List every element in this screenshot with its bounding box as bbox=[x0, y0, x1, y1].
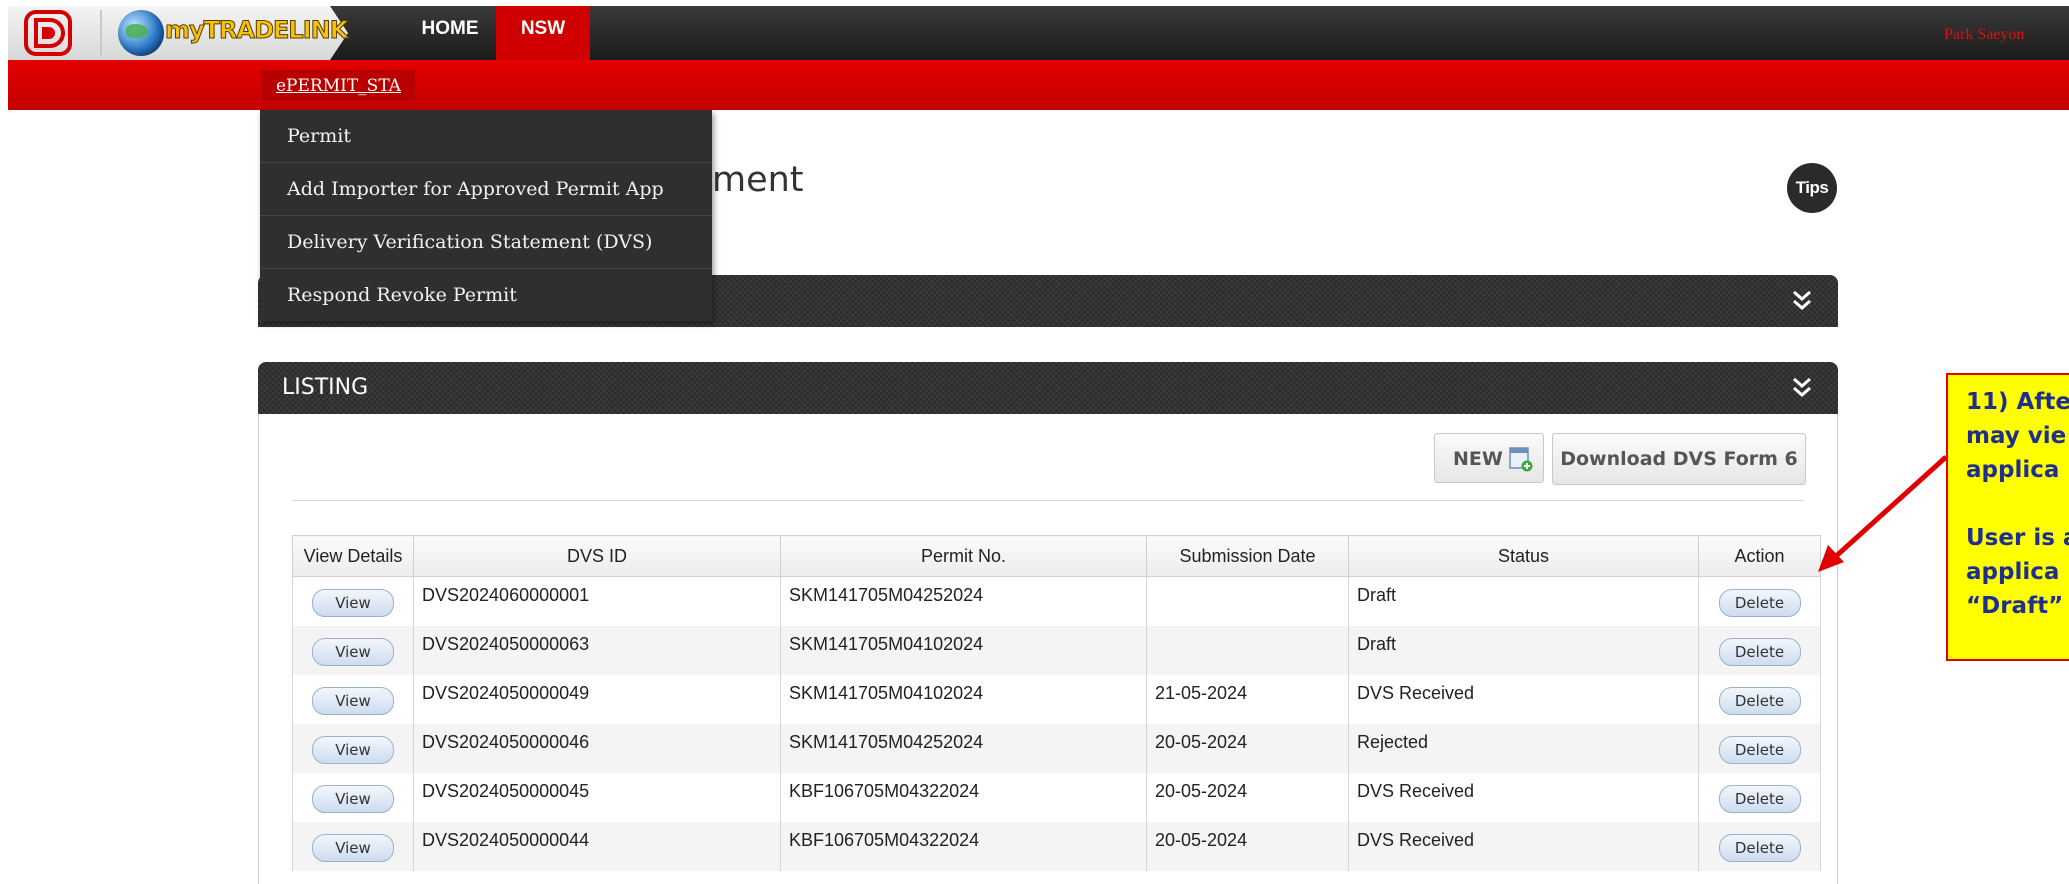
submission-date-cell: 20-05-2024 bbox=[1146, 821, 1349, 871]
dvs-id-cell: DVS2024050000045 bbox=[413, 772, 781, 822]
annotation-text: 11) Afte may vie applica User is a appli… bbox=[1966, 389, 2069, 619]
col-dvs-id[interactable]: DVS ID bbox=[413, 535, 781, 577]
view-cell: View bbox=[292, 625, 414, 675]
view-button[interactable]: View bbox=[312, 589, 394, 617]
tips-button[interactable]: Tips bbox=[1787, 163, 1837, 213]
dvs-listing-table: View Details DVS ID Permit No. Submissio… bbox=[292, 535, 1821, 871]
page-title: ment bbox=[712, 160, 804, 200]
globe-icon bbox=[118, 10, 164, 56]
table-row: View DVS2024050000063 SKM141705M04102024… bbox=[292, 625, 1821, 675]
submission-date-cell: 20-05-2024 bbox=[1146, 772, 1349, 822]
action-cell: Delete bbox=[1698, 772, 1821, 822]
action-cell: Delete bbox=[1698, 576, 1821, 626]
brand-logo-text[interactable]: myTRADELINK bbox=[164, 16, 348, 45]
view-button[interactable]: View bbox=[312, 686, 394, 715]
col-status[interactable]: Status bbox=[1348, 535, 1699, 577]
delete-button[interactable]: Delete bbox=[1718, 637, 1801, 666]
new-button[interactable]: NEW bbox=[1434, 433, 1544, 483]
permit-no-cell: SKM141705M04102024 bbox=[780, 674, 1147, 724]
listing-divider bbox=[292, 500, 1804, 501]
dvs-id-cell: DVS2024050000044 bbox=[413, 821, 781, 871]
submission-date-cell: 21-05-2024 bbox=[1146, 674, 1349, 724]
submission-date-cell bbox=[1146, 576, 1349, 626]
view-cell: View bbox=[292, 772, 414, 822]
col-permit-no[interactable]: Permit No. bbox=[780, 535, 1147, 577]
table-header-row: View Details DVS ID Permit No. Submissio… bbox=[292, 535, 1821, 577]
dagang-logo-icon[interactable] bbox=[24, 10, 72, 56]
status-cell: Draft bbox=[1348, 625, 1699, 675]
col-view-details[interactable]: View Details bbox=[292, 535, 414, 577]
view-button[interactable]: View bbox=[312, 637, 394, 666]
delete-button[interactable]: Delete bbox=[1718, 735, 1801, 764]
delete-button[interactable]: Delete bbox=[1718, 833, 1801, 862]
menu-item-add-importer[interactable]: Add Importer for Approved Permit App bbox=[260, 163, 712, 216]
status-cell: Rejected bbox=[1348, 723, 1699, 773]
menu-item-respond-revoke[interactable]: Respond Revoke Permit bbox=[260, 269, 712, 321]
permit-no-cell: SKM141705M04102024 bbox=[780, 625, 1147, 675]
action-cell: Delete bbox=[1698, 674, 1821, 724]
col-submission-date[interactable]: Submission Date bbox=[1146, 535, 1349, 577]
view-button[interactable]: View bbox=[312, 833, 394, 862]
view-button[interactable]: View bbox=[312, 784, 394, 813]
status-cell: DVS Received bbox=[1348, 674, 1699, 724]
download-dvs-form-button[interactable]: Download DVS Form 6 bbox=[1552, 433, 1806, 485]
status-cell: DVS Received bbox=[1348, 821, 1699, 871]
nav-home[interactable]: HOME bbox=[404, 6, 496, 60]
status-cell: DVS Received bbox=[1348, 772, 1699, 822]
chevron-double-down-icon[interactable] bbox=[1790, 374, 1814, 400]
view-cell: View bbox=[292, 674, 414, 724]
dvs-id-cell: DVS2024050000046 bbox=[413, 723, 781, 773]
view-button[interactable]: View bbox=[312, 735, 394, 764]
delete-button[interactable]: Delete bbox=[1718, 589, 1801, 617]
dvs-id-cell: DVS2024050000049 bbox=[413, 674, 781, 724]
permit-no-cell: SKM141705M04252024 bbox=[780, 576, 1147, 626]
chevron-double-down-icon[interactable] bbox=[1790, 287, 1814, 313]
delete-button[interactable]: Delete bbox=[1718, 784, 1801, 813]
table-row: View DVS2024050000046 SKM141705M04252024… bbox=[292, 723, 1821, 773]
new-document-icon bbox=[1509, 447, 1533, 472]
submission-date-cell bbox=[1146, 625, 1349, 675]
delete-button[interactable]: Delete bbox=[1718, 686, 1801, 715]
listing-panel-header[interactable]: LISTING bbox=[258, 362, 1838, 414]
view-cell: View bbox=[292, 723, 414, 773]
action-cell: Delete bbox=[1698, 821, 1821, 871]
subnav-epermit-sta[interactable]: ePERMIT_STA bbox=[262, 70, 416, 102]
permit-no-cell: KBF106705M04322024 bbox=[780, 821, 1147, 871]
permit-no-cell: SKM141705M04252024 bbox=[780, 723, 1147, 773]
table-row: View DVS2024050000045 KBF106705M04322024… bbox=[292, 772, 1821, 822]
nav-nsw[interactable]: NSW bbox=[496, 6, 590, 60]
table-row: View DVS2024050000049 SKM141705M04102024… bbox=[292, 674, 1821, 724]
action-cell: Delete bbox=[1698, 625, 1821, 675]
brand-separator bbox=[100, 10, 102, 56]
status-cell: Draft bbox=[1348, 576, 1699, 626]
menu-item-permit[interactable]: Permit bbox=[260, 110, 712, 163]
user-name[interactable]: Park Saeyon bbox=[1944, 26, 2024, 44]
col-action[interactable]: Action bbox=[1698, 535, 1821, 577]
permit-no-cell: KBF106705M04322024 bbox=[780, 772, 1147, 822]
submission-date-cell: 20-05-2024 bbox=[1146, 723, 1349, 773]
menu-item-dvs[interactable]: Delivery Verification Statement (DVS) bbox=[260, 216, 712, 269]
table-row: View DVS2024060000001 SKM141705M04252024… bbox=[292, 576, 1821, 626]
epermit-dropdown-menu: Permit Add Importer for Approved Permit … bbox=[260, 110, 712, 321]
action-cell: Delete bbox=[1698, 723, 1821, 773]
listing-title: LISTING bbox=[282, 375, 369, 400]
view-cell: View bbox=[292, 576, 414, 626]
new-button-label: NEW bbox=[1453, 448, 1503, 470]
dvs-id-cell: DVS2024060000001 bbox=[413, 576, 781, 626]
dvs-id-cell: DVS2024050000063 bbox=[413, 625, 781, 675]
annotation-callout: 11) Afte may vie applica User is a appli… bbox=[1946, 373, 2069, 661]
table-row: View DVS2024050000044 KBF106705M04322024… bbox=[292, 821, 1821, 871]
view-cell: View bbox=[292, 821, 414, 871]
